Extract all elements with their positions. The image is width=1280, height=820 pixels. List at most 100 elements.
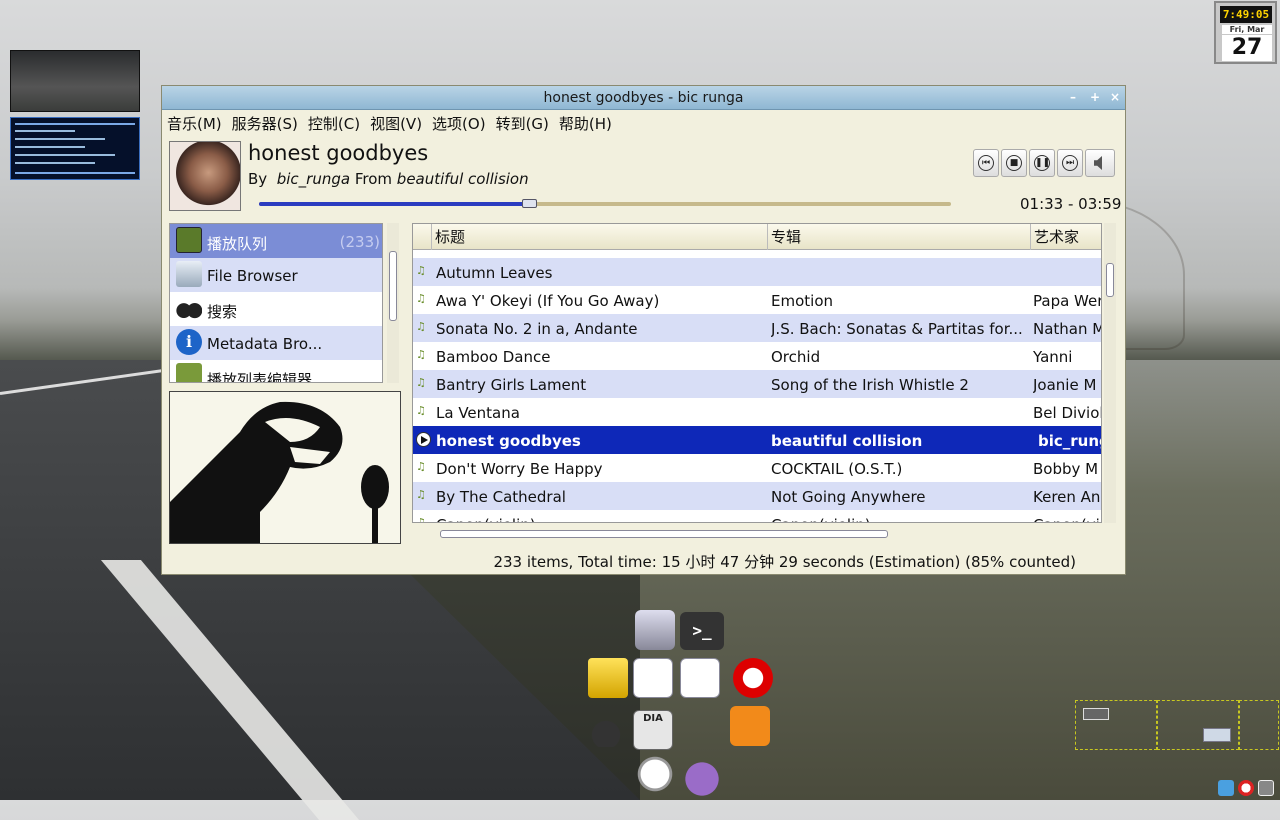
table-row[interactable]: ♫ Awa Y' Okeyi (If You Go Away) Emotion Pap…	[413, 286, 1101, 314]
pager-desktop-2[interactable]	[1157, 700, 1239, 750]
table-row[interactable]: ♫ By The Cathedral Not Going Anywhere Keren…	[413, 482, 1101, 510]
cell-title: Don't Worry Be Happy	[436, 460, 603, 478]
roaring-cat-microphone-icon	[170, 401, 389, 543]
table-row[interactable]: ♫ Canon(violin) Canon(violin) Canon(vi	[413, 510, 1101, 522]
previous-icon: ⏮	[978, 155, 994, 171]
table-row[interactable]: ♫ Bantry Girls Lament Song of the Irish Wh…	[413, 370, 1101, 398]
volume-button[interactable]	[1085, 149, 1115, 177]
sidebar-item-metadata-browser[interactable]: i Metadata Bro...	[170, 326, 382, 360]
cell-artist: Joanie M	[1033, 376, 1097, 394]
table-row[interactable]: ♫ Don't Worry Be Happy COCKTAIL (O.S.T.) Bo…	[413, 454, 1101, 482]
sidebar-scroll-thumb[interactable]	[389, 251, 397, 321]
menu-options[interactable]: 选项(O)	[427, 111, 491, 134]
music-note-icon[interactable]	[1218, 780, 1234, 796]
pager-window-thumb	[1203, 728, 1231, 742]
playlist-table: 标题 专辑 艺术家 ♫ Autumn Leaves ♫ Awa Y' Okeyi (I…	[412, 223, 1102, 523]
cell-title: By The Cathedral	[436, 488, 566, 506]
lock-icon[interactable]	[588, 658, 628, 698]
table-row[interactable]: ♫ Sonata No. 2 in a, Andante J.S. Bach: So…	[413, 314, 1101, 342]
menu-view[interactable]: 视图(V)	[365, 111, 427, 134]
maximize-icon[interactable]: +	[1088, 90, 1102, 104]
table-row[interactable]: ♫ Bamboo Dance Orchid Yanni	[413, 342, 1101, 370]
table-row-partial[interactable]	[413, 244, 1101, 250]
binoculars-icon	[176, 295, 202, 321]
playlist-hscrollbar[interactable]	[412, 527, 1102, 541]
seek-bar[interactable]	[259, 199, 951, 208]
pager-window-thumb	[1083, 708, 1109, 720]
minimize-icon[interactable]: –	[1066, 90, 1080, 104]
music-note-icon: ♫	[416, 320, 426, 333]
close-icon[interactable]: ×	[1108, 90, 1122, 104]
playlist-hscroll-thumb[interactable]	[440, 530, 888, 538]
status-bar: 233 items, Total time: 15 小时 47 分钟 29 se…	[493, 553, 1076, 571]
speaker-icon	[1094, 156, 1102, 170]
next-icon: ⏭	[1062, 155, 1078, 171]
cell-title: Awa Y' Okeyi (If You Go Away)	[436, 292, 660, 310]
queue-count: (233)	[339, 233, 380, 251]
drive-icon	[176, 261, 202, 287]
table-row[interactable]: ♫ Autumn Leaves	[413, 258, 1101, 286]
track-subtitle: By bic_runga From beautiful collision	[248, 170, 529, 188]
track-album: beautiful collision	[396, 170, 529, 188]
spreadsheet-icon[interactable]	[680, 658, 720, 698]
music-note-icon: ♫	[416, 292, 426, 305]
sidebar-item-search[interactable]: 搜索	[170, 292, 382, 326]
from-label: From	[354, 170, 393, 188]
album-cover[interactable]	[169, 141, 241, 211]
cell-title: Bamboo Dance	[436, 348, 551, 366]
cell-album: Not Going Anywhere	[771, 488, 926, 506]
now-playing-icon	[416, 432, 431, 447]
music-note-icon: ♫	[416, 264, 426, 277]
sidebar-item-file-browser[interactable]: File Browser	[170, 258, 382, 292]
music-note-icon: ♫	[416, 404, 426, 417]
cell-title: Bantry Girls Lament	[436, 376, 587, 394]
window-titlebar[interactable]: honest goodbyes - bic runga – + ×	[162, 86, 1125, 110]
display-icon[interactable]	[1258, 780, 1274, 796]
rss-icon[interactable]	[730, 706, 770, 746]
playlist-scrollbar[interactable]	[1104, 223, 1116, 523]
editor-icon[interactable]	[633, 658, 673, 698]
headphones-icon[interactable]	[586, 707, 626, 747]
terminal-icon[interactable]: >_	[680, 612, 724, 650]
cell-title: Autumn Leaves	[436, 264, 553, 282]
pause-button[interactable]: ❚❚	[1029, 149, 1055, 177]
playlist-scroll-thumb[interactable]	[1106, 263, 1114, 297]
menu-server[interactable]: 服务器(S)	[227, 111, 303, 134]
stop-button[interactable]: ■	[1001, 149, 1027, 177]
track-title: honest goodbyes	[248, 141, 429, 165]
table-row[interactable]: ♫ La Ventana Bel Diviol	[413, 398, 1101, 426]
menu-control[interactable]: 控制(C)	[303, 111, 365, 134]
sidebar-item-label: 播放队列	[207, 235, 268, 253]
window-title: honest goodbyes - bic runga	[543, 90, 744, 106]
dia-icon[interactable]: DIA	[633, 710, 673, 750]
menu-help[interactable]: 帮助(H)	[554, 111, 617, 134]
workspace-thumbnail-2[interactable]	[10, 117, 140, 180]
cell-album: Orchid	[771, 348, 821, 366]
sidebar-item-label: 播放列表编辑器	[207, 371, 313, 383]
previous-button[interactable]: ⏮	[973, 149, 999, 177]
workspace-thumbnail-1[interactable]	[10, 50, 140, 112]
playlist-icon	[176, 227, 202, 253]
menu-music[interactable]: 音乐(M)	[162, 111, 227, 134]
sidebar-item-play-queue[interactable]: 播放队列 (233)	[170, 224, 382, 258]
sidebar-item-label: Metadata Bro...	[207, 335, 323, 353]
network-status-icon[interactable]	[1238, 780, 1254, 796]
table-row[interactable]: honest goodbyes beautiful collision bic_ru…	[413, 426, 1101, 454]
cell-album: beautiful collision	[771, 432, 923, 450]
cell-artist: Papa Wer	[1033, 292, 1101, 310]
music-note-icon: ♫	[416, 488, 426, 501]
opera-icon[interactable]	[733, 658, 773, 698]
sidebar-scrollbar[interactable]	[387, 223, 399, 383]
menu-goto[interactable]: 转到(G)	[491, 111, 554, 134]
seek-handle[interactable]	[521, 199, 537, 208]
desktop-pager[interactable]	[1075, 700, 1280, 790]
cell-album: COCKTAIL (O.S.T.)	[771, 460, 903, 478]
cell-title: La Ventana	[436, 404, 520, 422]
pager-desktop-3[interactable]	[1239, 700, 1279, 750]
alarm-clock-icon[interactable]	[635, 754, 675, 794]
next-button[interactable]: ⏭	[1057, 149, 1083, 177]
pidgin-icon[interactable]	[682, 757, 722, 797]
file-manager-icon[interactable]	[635, 610, 675, 650]
clock-widget: 7:49:05 Fri, Mar 27	[1214, 1, 1277, 64]
sidebar-item-playlist-editor[interactable]: 播放列表编辑器	[170, 360, 382, 383]
